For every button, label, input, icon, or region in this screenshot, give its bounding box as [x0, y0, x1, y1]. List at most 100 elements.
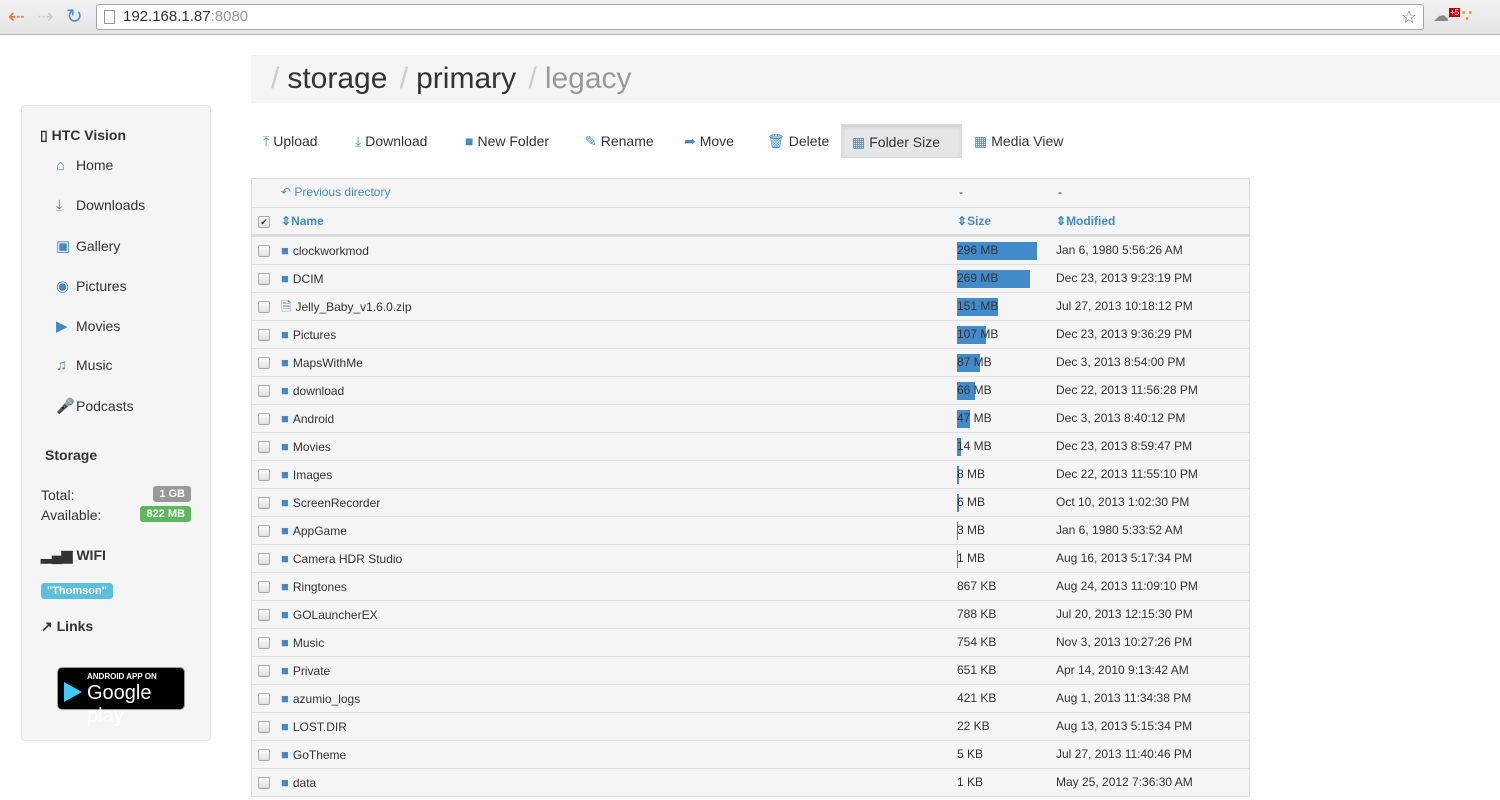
upload-button[interactable]: ⤒ Upload — [253, 124, 328, 158]
button-label: Upload — [273, 133, 318, 149]
sidebar-item-gallery[interactable]: ▣ Gallery — [56, 237, 120, 255]
file-name-link[interactable]: ■ Images — [281, 461, 332, 489]
row-checkbox[interactable] — [258, 553, 270, 565]
row-checkbox[interactable] — [258, 665, 270, 677]
table-row[interactable]: ■ DCIM 269 MB Dec 23, 2013 9:23:19 PM — [252, 264, 1249, 292]
table-row[interactable]: ■ Pictures 107 MB Dec 23, 2013 9:36:29 PM — [252, 320, 1249, 348]
sort-modified[interactable]: ⇕Modified — [1056, 208, 1115, 235]
breadcrumb-storage[interactable]: storage — [287, 62, 387, 95]
sidebar: ▯ HTC Vision ⌂ Home ⤓ Downloads ▣ Gallery ◉… — [21, 105, 211, 741]
table-row[interactable]: ■ Android 47 MB Dec 3, 2013 8:40:12 PM — [252, 404, 1249, 432]
table-row[interactable]: ■ Private 651 KB Apr 14, 2010 9:13:42 AM — [252, 656, 1249, 684]
media-view-button[interactable]: ▦ Media View — [964, 124, 1073, 158]
sidebar-item-podcasts[interactable]: 🎤Podcasts — [56, 397, 134, 415]
file-name-link[interactable]: ■ azumio_logs — [281, 685, 360, 713]
table-row[interactable]: ■ Movies 14 MB Dec 23, 2013 8:59:47 PM — [252, 432, 1249, 460]
row-checkbox[interactable] — [258, 385, 270, 397]
sidebar-item-downloads[interactable]: ⤓ Downloads — [56, 197, 145, 214]
rss-icon[interactable]: ∵ — [1462, 6, 1472, 26]
table-row[interactable]: ■ download 66 MB Dec 22, 2013 11:56:28 PM — [252, 376, 1249, 404]
reload-icon[interactable]: ↻ — [66, 6, 83, 28]
sidebar-item-pictures[interactable]: ◉ Pictures — [56, 277, 127, 295]
button-label: Folder Size — [869, 134, 941, 150]
file-name-link[interactable]: ■ ScreenRecorder — [281, 489, 380, 517]
table-row[interactable]: ■ Images 8 MB Dec 22, 2013 11:55:10 PM — [252, 460, 1249, 488]
row-checkbox[interactable] — [258, 637, 270, 649]
file-name-link[interactable]: ■ Movies — [281, 433, 331, 461]
table-row[interactable]: ■ Music 754 KB Nov 3, 2013 10:27:26 PM — [252, 628, 1249, 656]
table-row[interactable]: ■ Ringtones 867 KB Aug 24, 2013 11:09:10 … — [252, 572, 1249, 600]
row-checkbox[interactable] — [258, 609, 270, 621]
table-row[interactable]: ■ MapsWithMe 87 MB Dec 3, 2013 8:54:00 PM — [252, 348, 1249, 376]
row-checkbox[interactable] — [258, 749, 270, 761]
device-name: HTC Vision — [51, 127, 127, 143]
table-row[interactable]: ■ GoTheme 5 KB Jul 27, 2013 11:40:46 PM — [252, 740, 1249, 768]
file-name-link[interactable]: ■ Pictures — [281, 321, 336, 349]
new-folder-button[interactable]: ■ New Folder — [455, 124, 559, 158]
address-bar[interactable]: 192.168.1.87:8080 ☆ — [96, 4, 1424, 30]
row-checkbox[interactable] — [258, 441, 270, 453]
table-row[interactable]: ■ azumio_logs 421 KB Aug 1, 2013 11:34:38… — [252, 684, 1249, 712]
table-row[interactable]: ■ data 1 KB May 25, 2012 7:36:30 AM — [252, 768, 1249, 796]
file-name-link[interactable]: ■ clockworkmod — [281, 237, 369, 265]
row-checkbox[interactable] — [258, 693, 270, 705]
table-row[interactable]: ■ LOST.DIR 22 KB Aug 13, 2013 5:15:34 PM — [252, 712, 1249, 740]
row-checkbox[interactable] — [258, 357, 270, 369]
file-name-link[interactable]: ■ MapsWithMe — [281, 349, 363, 377]
delete-button[interactable]: 🗑 Delete — [757, 124, 839, 158]
row-checkbox[interactable] — [258, 245, 270, 257]
file-name-link[interactable]: ■ download — [281, 377, 344, 405]
breadcrumb-primary[interactable]: primary — [416, 62, 516, 95]
table-row[interactable]: ■ Camera HDR Studio 1 MB Aug 16, 2013 5:1… — [252, 544, 1249, 572]
folder-size-button[interactable]: ▦ Folder Size — [841, 124, 962, 158]
table-row[interactable]: 🗎 Jelly_Baby_v1.6.0.zip 151 MB Jul 27, 20… — [252, 292, 1249, 320]
file-name-link[interactable]: ■ DCIM — [281, 265, 324, 293]
sort-name[interactable]: ⇕Name — [281, 208, 324, 235]
file-name-link[interactable]: ■ GOLauncherEX — [281, 601, 378, 629]
row-checkbox[interactable] — [258, 413, 270, 425]
row-checkbox[interactable] — [258, 273, 270, 285]
file-name-link[interactable]: ■ Music — [281, 629, 324, 657]
file-name-link[interactable]: ■ Camera HDR Studio — [281, 545, 402, 573]
file-name-link[interactable]: ■ AppGame — [281, 517, 347, 545]
file-name-link[interactable]: ■ Android — [281, 405, 334, 433]
row-checkbox[interactable] — [258, 777, 270, 789]
row-checkbox[interactable] — [258, 329, 270, 341]
row-checkbox[interactable] — [258, 581, 270, 593]
previous-directory-row[interactable]: ↶ Previous directory - - — [252, 179, 1249, 207]
row-checkbox[interactable] — [258, 721, 270, 733]
row-checkbox[interactable] — [258, 497, 270, 509]
row-checkbox[interactable] — [258, 525, 270, 537]
bookmark-star-icon[interactable]: ☆ — [1401, 5, 1417, 29]
microphone-icon: 🎤 — [56, 398, 75, 415]
back-icon[interactable]: ⇠ — [8, 6, 25, 28]
forward-icon[interactable]: ⇢ — [37, 6, 54, 28]
sidebar-item-home[interactable]: ⌂ Home — [56, 157, 113, 174]
file-name-link[interactable]: ■ Ringtones — [281, 573, 347, 601]
table-row[interactable]: ■ AppGame 3 MB Jan 6, 1980 5:33:52 AM — [252, 516, 1249, 544]
row-checkbox[interactable] — [258, 469, 270, 481]
sidebar-item-music[interactable]: ♫ Music — [56, 357, 113, 374]
google-play-badge[interactable]: ANDROID APP ON Google play — [57, 667, 185, 727]
file-name-link[interactable]: ■ LOST.DIR — [281, 713, 347, 741]
download-button[interactable]: ⤓ Download — [345, 124, 437, 158]
row-checkbox[interactable] — [258, 301, 270, 313]
file-name-link[interactable]: ■ data — [281, 769, 316, 797]
file-name-link[interactable]: ■ GoTheme — [281, 741, 346, 769]
select-all-checkbox[interactable]: ✔ — [258, 216, 270, 228]
folder-icon: ■ — [281, 467, 289, 482]
file-name-link[interactable]: 🗎 Jelly_Baby_v1.6.0.zip — [281, 293, 412, 321]
sidebar-item-movies[interactable]: ▶ Movies — [56, 317, 120, 335]
table-row[interactable]: ■ ScreenRecorder 6 MB Oct 10, 2013 1:02:3… — [252, 488, 1249, 516]
file-name: ScreenRecorder — [292, 496, 381, 510]
rename-button[interactable]: ✎ Rename — [575, 124, 664, 158]
table-row[interactable]: ■ GOLauncherEX 788 KB Jul 20, 2013 12:15:… — [252, 600, 1249, 628]
previous-directory-link[interactable]: ↶ Previous directory — [281, 179, 390, 206]
sort-size[interactable]: ⇕Size — [957, 208, 1039, 234]
file-name-link[interactable]: ■ Private — [281, 657, 330, 685]
file-name: GoTheme — [292, 748, 347, 762]
table-row[interactable]: ■ clockworkmod 296 MB Jan 6, 1980 5:56:26… — [252, 236, 1249, 264]
prev-size: - — [959, 185, 963, 199]
extension-icon[interactable]: ☁+5 — [1433, 6, 1461, 26]
move-button[interactable]: ➦ Move — [674, 124, 744, 158]
